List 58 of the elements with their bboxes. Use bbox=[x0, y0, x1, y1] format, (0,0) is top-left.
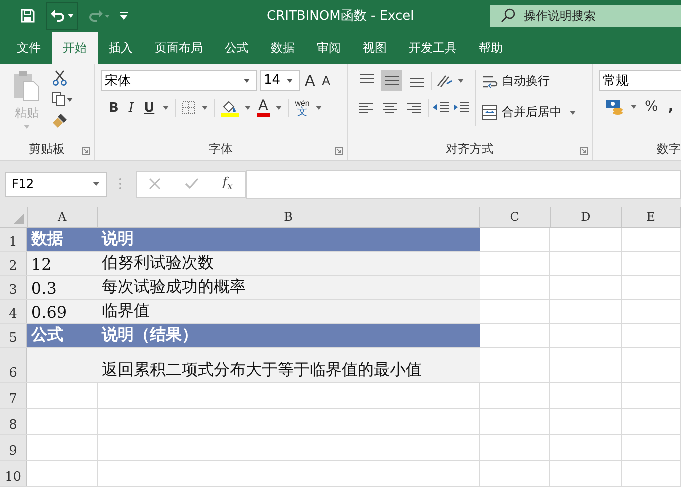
group-label: 对齐方式 bbox=[446, 140, 494, 158]
row-header[interactable]: 1 bbox=[0, 228, 28, 251]
group-label: 数字 bbox=[657, 140, 681, 158]
group-label: 字体 bbox=[209, 140, 233, 158]
row-header[interactable]: 5 bbox=[0, 324, 28, 347]
table-cell: 12 bbox=[27, 252, 98, 275]
ribbon-tab[interactable]: 帮助 bbox=[468, 32, 514, 64]
table-cell: 每次试验成功的概率 bbox=[98, 276, 480, 299]
column-header[interactable]: A bbox=[28, 207, 98, 227]
table-cell: 说明（结果） bbox=[98, 324, 480, 347]
table-cell: 0.69 bbox=[27, 300, 98, 323]
increase-font-button[interactable]: A bbox=[303, 72, 318, 90]
row-header[interactable]: 9 bbox=[0, 435, 28, 460]
merge-center-button[interactable]: 合并后居中 bbox=[482, 101, 576, 124]
table-cell: 伯努利试验次数 bbox=[98, 252, 480, 275]
number-format-field[interactable]: 常规 bbox=[599, 70, 681, 91]
name-box[interactable]: F12 bbox=[5, 172, 107, 196]
column-header[interactable]: D bbox=[550, 207, 622, 227]
ribbon-tab[interactable]: 插入 bbox=[98, 32, 144, 64]
column-header[interactable]: E bbox=[622, 207, 681, 227]
table-cell: 返回累积二项式分布大于等于临界值的最小值 bbox=[98, 348, 480, 382]
group-label: 剪贴板 bbox=[29, 140, 65, 158]
decrease-font-button[interactable]: A bbox=[320, 74, 332, 88]
row-header[interactable]: 8 bbox=[0, 409, 28, 434]
bold-button[interactable]: B bbox=[107, 100, 121, 116]
table-cell: 说明 bbox=[98, 228, 480, 251]
column-header[interactable]: C bbox=[480, 207, 551, 227]
ribbon-tab[interactable]: 开发工具 bbox=[398, 32, 468, 64]
insert-function-button[interactable]: f$_{x}$ bbox=[222, 175, 234, 193]
italic-button[interactable]: I bbox=[126, 100, 136, 116]
table-cell: 数据 bbox=[27, 228, 98, 251]
percent-button[interactable]: % bbox=[643, 99, 660, 115]
table-cell: 0.3 bbox=[27, 276, 98, 299]
row-header[interactable]: 2 bbox=[0, 252, 28, 275]
row-header[interactable]: 7 bbox=[0, 383, 28, 408]
font-name-field[interactable]: 宋体 bbox=[101, 70, 257, 91]
row-header[interactable]: 6 bbox=[0, 348, 28, 382]
row-header[interactable]: 3 bbox=[0, 276, 28, 299]
ribbon-tab[interactable]: 文件 bbox=[6, 32, 52, 64]
wrap-text-button[interactable]: 自动换行 bbox=[482, 70, 576, 93]
ribbon-tab[interactable]: 公式 bbox=[214, 32, 260, 64]
ribbon-tab[interactable]: 数据 bbox=[260, 32, 306, 64]
ribbon-tab[interactable]: 页面布局 bbox=[144, 32, 214, 64]
ribbon-tab[interactable]: 审阅 bbox=[306, 32, 352, 64]
window-title: CRITBINOM函数 - Excel bbox=[266, 8, 416, 25]
row-header[interactable]: 4 bbox=[0, 300, 28, 323]
column-header[interactable]: B bbox=[98, 207, 480, 227]
ribbon-tab[interactable]: 视图 bbox=[352, 32, 398, 64]
comma-button[interactable]: , bbox=[666, 99, 676, 115]
table-cell: 临界值 bbox=[98, 300, 480, 323]
phonetic-button[interactable]: wén 文 bbox=[295, 99, 310, 117]
ribbon-tab[interactable]: 开始 bbox=[52, 32, 98, 64]
underline-button[interactable]: U bbox=[142, 100, 157, 116]
table-cell: 公式 bbox=[27, 324, 98, 347]
font-color-button[interactable]: A bbox=[256, 100, 270, 116]
search-field[interactable]: 操作说明搜索 bbox=[490, 5, 681, 27]
row-header[interactable]: 10 bbox=[0, 461, 28, 486]
font-size-field[interactable]: 14 bbox=[260, 70, 300, 91]
